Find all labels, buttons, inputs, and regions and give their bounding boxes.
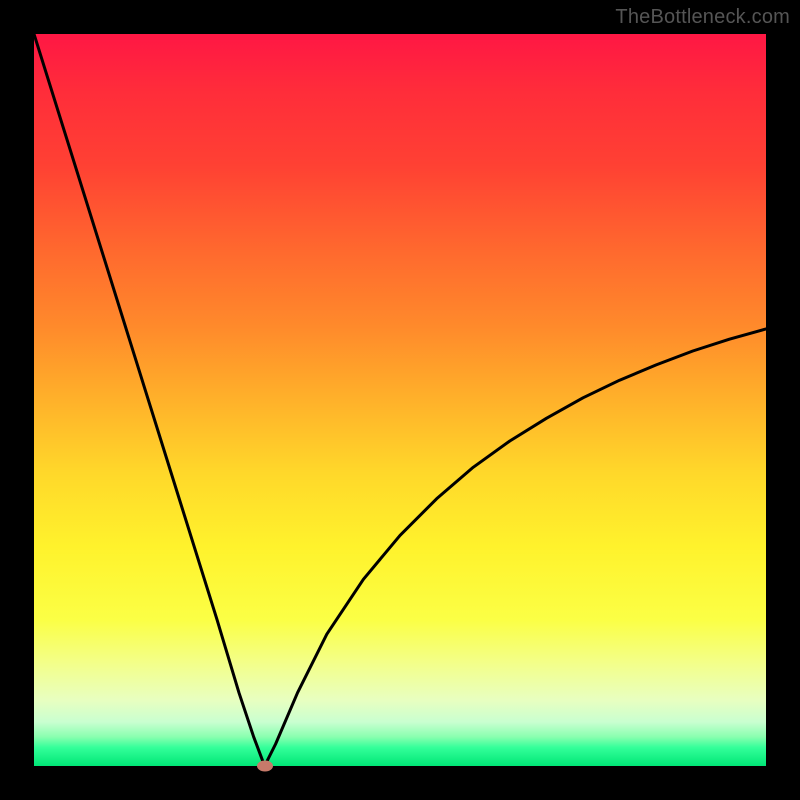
watermark-text: TheBottleneck.com	[615, 6, 790, 29]
bottleneck-curve	[34, 34, 766, 766]
chart-frame: TheBottleneck.com	[0, 0, 800, 800]
chart-plot-area	[34, 34, 766, 766]
optimal-point-marker	[257, 761, 273, 772]
